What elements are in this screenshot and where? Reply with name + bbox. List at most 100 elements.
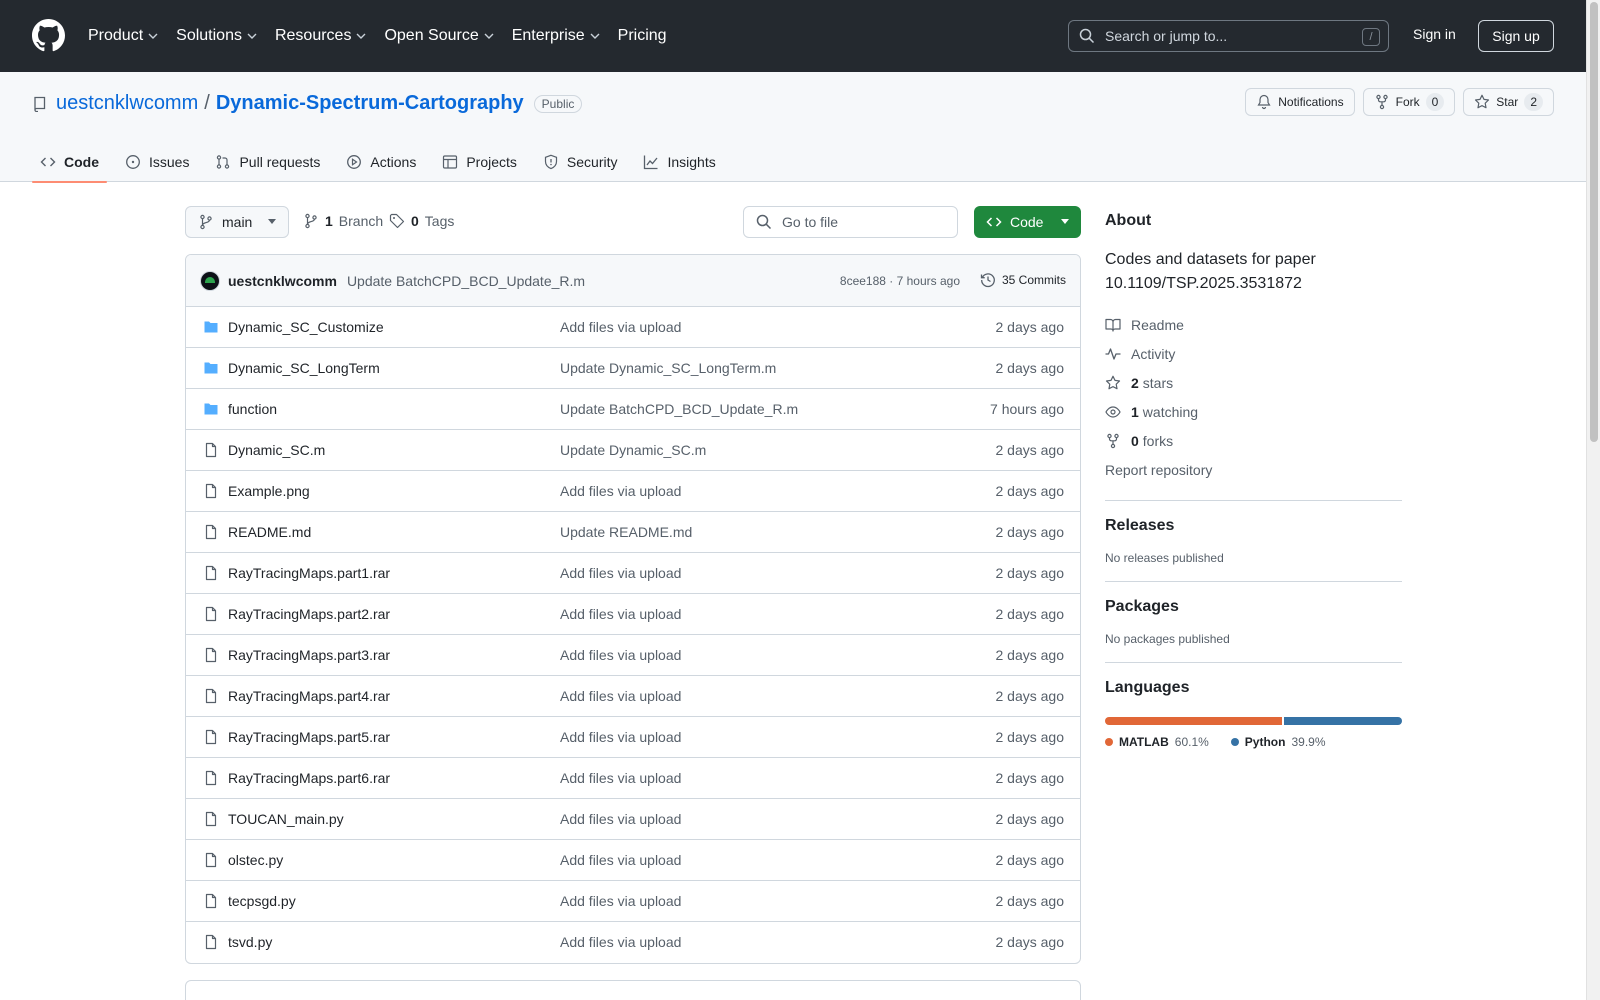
file-name-link[interactable]: tecpsgd.py — [228, 893, 296, 909]
file-name-link[interactable]: RayTracingMaps.part5.rar — [228, 729, 390, 745]
file-name-link[interactable]: Dynamic_SC_Customize — [228, 319, 384, 335]
file-name-link[interactable]: TOUCAN_main.py — [228, 811, 344, 827]
file-row[interactable]: tsvd.py Add files via upload 2 days ago — [186, 922, 1080, 963]
file-commit-message-link[interactable]: Update Dynamic_SC.m — [560, 442, 706, 458]
file-name-link[interactable]: RayTracingMaps.part2.rar — [228, 606, 390, 622]
global-header: Product Solutions Resources Open Source … — [0, 0, 1586, 72]
file-commit-message-link[interactable]: Add files via upload — [560, 934, 681, 950]
nav-solutions[interactable]: Solutions — [176, 24, 257, 48]
repo-name-link[interactable]: Dynamic-Spectrum-Cartography — [216, 92, 524, 115]
file-row[interactable]: README.md Update README.md 2 days ago — [186, 512, 1080, 553]
file-row[interactable]: RayTracingMaps.part2.rar Add files via up… — [186, 594, 1080, 635]
activity-link[interactable]: Activity — [1105, 339, 1402, 368]
file-row[interactable]: RayTracingMaps.part4.rar Add files via up… — [186, 676, 1080, 717]
branches-link[interactable]: 1 Branch — [303, 213, 383, 229]
tab-insights[interactable]: Insights — [635, 142, 723, 182]
language-name: MATLAB — [1119, 735, 1169, 749]
branch-selector[interactable]: main — [185, 206, 289, 238]
commit-author-link[interactable]: uestcnklwcomm — [228, 273, 337, 289]
github-logo-icon[interactable] — [32, 19, 65, 52]
file-commit-message-link[interactable]: Add files via upload — [560, 647, 681, 663]
tab-actions[interactable]: Actions — [338, 142, 424, 182]
file-name-link[interactable]: Example.png — [228, 483, 310, 499]
file-commit-message-link[interactable]: Add files via upload — [560, 606, 681, 622]
file-row[interactable]: Dynamic_SC_LongTerm Update Dynamic_SC_Lon… — [186, 348, 1080, 389]
notifications-button[interactable]: Notifications — [1245, 88, 1355, 116]
file-commit-message-link[interactable]: Add files via upload — [560, 770, 681, 786]
file-row[interactable]: tecpsgd.py Add files via upload 2 days ago — [186, 881, 1080, 922]
file-commit-message-link[interactable]: Add files via upload — [560, 811, 681, 827]
tab-issues[interactable]: Issues — [117, 142, 197, 182]
file-row[interactable]: TOUCAN_main.py Add files via upload 2 days… — [186, 799, 1080, 840]
file-name-link[interactable]: olstec.py — [228, 852, 283, 868]
sign-up-button[interactable]: Sign up — [1478, 20, 1554, 52]
readme-link[interactable]: Readme — [1105, 310, 1402, 339]
file-row[interactable]: Dynamic_SC_Customize Add files via upload… — [186, 307, 1080, 348]
nav-label: Open Source — [384, 27, 479, 44]
file-row[interactable]: function Update BatchCPD_BCD_Update_R.m 7 … — [186, 389, 1080, 430]
star-button[interactable]: Star 2 — [1463, 88, 1554, 116]
file-commit-message-link[interactable]: Add files via upload — [560, 483, 681, 499]
sign-in-link[interactable]: Sign in — [1413, 26, 1456, 42]
tab-security[interactable]: Security — [535, 142, 626, 182]
packages-heading[interactable]: Packages — [1105, 598, 1402, 616]
file-commit-date: 2 days ago — [995, 606, 1065, 622]
file-commit-message-link[interactable]: Update BatchCPD_BCD_Update_R.m — [560, 401, 798, 417]
file-commit-message-link[interactable]: Add files via upload — [560, 893, 681, 909]
file-row[interactable]: RayTracingMaps.part6.rar Add files via up… — [186, 758, 1080, 799]
tab-pull-requests[interactable]: Pull requests — [207, 142, 328, 182]
nav-pricing[interactable]: Pricing — [618, 24, 667, 48]
file-row[interactable]: RayTracingMaps.part1.rar Add files via up… — [186, 553, 1080, 594]
page-scrollbar[interactable] — [1586, 0, 1600, 1000]
file-commit-message-link[interactable]: Add files via upload — [560, 688, 681, 704]
commit-message-link[interactable]: Update BatchCPD_BCD_Update_R.m — [347, 273, 585, 289]
file-name-link[interactable]: README.md — [228, 524, 311, 540]
nav-enterprise[interactable]: Enterprise — [512, 24, 600, 48]
commit-hash-time[interactable]: 8cee188 · 7 hours ago — [840, 274, 960, 288]
fork-button[interactable]: Fork 0 — [1362, 88, 1456, 116]
pull-request-icon — [217, 155, 230, 169]
file-commit-message-link[interactable]: Add files via upload — [560, 729, 681, 745]
report-repository-link[interactable]: Report repository — [1105, 455, 1402, 484]
file-commit-message-link[interactable]: Update Dynamic_SC_LongTerm.m — [560, 360, 776, 376]
file-commit-message-link[interactable]: Add files via upload — [560, 565, 681, 581]
commits-history-link[interactable]: 35 Commits — [980, 272, 1066, 288]
file-name-link[interactable]: Dynamic_SC.m — [228, 442, 325, 458]
stars-link[interactable]: 2 stars — [1105, 368, 1402, 397]
file-name-link[interactable]: RayTracingMaps.part4.rar — [228, 688, 390, 704]
nav-resources[interactable]: Resources — [275, 24, 366, 48]
file-row[interactable]: RayTracingMaps.part3.rar Add files via up… — [186, 635, 1080, 676]
file-row[interactable]: Dynamic_SC.m Update Dynamic_SC.m 2 days ag… — [186, 430, 1080, 471]
watching-link[interactable]: 1 watching — [1105, 397, 1402, 426]
file-row[interactable]: RayTracingMaps.part5.rar Add files via up… — [186, 717, 1080, 758]
file-name-link[interactable]: Dynamic_SC_LongTerm — [228, 360, 380, 376]
file-icon — [205, 647, 217, 663]
forks-link[interactable]: 0 forks — [1105, 426, 1402, 455]
tab-code[interactable]: Code — [32, 142, 107, 183]
file-name-link[interactable]: tsvd.py — [228, 934, 272, 950]
file-commit-message-link[interactable]: Add files via upload — [560, 852, 681, 868]
file-commit-date: 2 days ago — [995, 852, 1065, 868]
releases-heading[interactable]: Releases — [1105, 517, 1402, 535]
file-commit-message-link[interactable]: Add files via upload — [560, 319, 681, 335]
file-name-link[interactable]: function — [228, 401, 277, 417]
file-commit-date: 2 days ago — [995, 360, 1065, 376]
nav-open-source[interactable]: Open Source — [384, 24, 494, 48]
file-row[interactable]: olstec.py Add files via upload 2 days ago — [186, 840, 1080, 881]
file-name-link[interactable]: RayTracingMaps.part3.rar — [228, 647, 390, 663]
global-search-input[interactable]: Search or jump to... / — [1068, 20, 1389, 52]
file-name-link[interactable]: RayTracingMaps.part6.rar — [228, 770, 390, 786]
tags-link[interactable]: 0 Tags — [389, 213, 454, 229]
file-name-link[interactable]: RayTracingMaps.part1.rar — [228, 565, 390, 581]
nav-product[interactable]: Product — [88, 24, 158, 48]
go-to-file-input[interactable]: Go to file — [743, 206, 958, 238]
repo-owner-link[interactable]: uestcnklwcomm — [56, 92, 198, 115]
language-item[interactable]: MATLAB 60.1% — [1105, 735, 1209, 749]
scrollbar-thumb[interactable] — [1590, 2, 1598, 442]
language-item[interactable]: Python 39.9% — [1230, 735, 1326, 749]
code-dropdown-button[interactable]: Code — [974, 206, 1081, 238]
file-row[interactable]: Example.png Add files via upload 2 days ag… — [186, 471, 1080, 512]
avatar[interactable] — [200, 270, 220, 291]
tab-projects[interactable]: Projects — [434, 142, 525, 182]
file-commit-message-link[interactable]: Update README.md — [560, 524, 692, 540]
